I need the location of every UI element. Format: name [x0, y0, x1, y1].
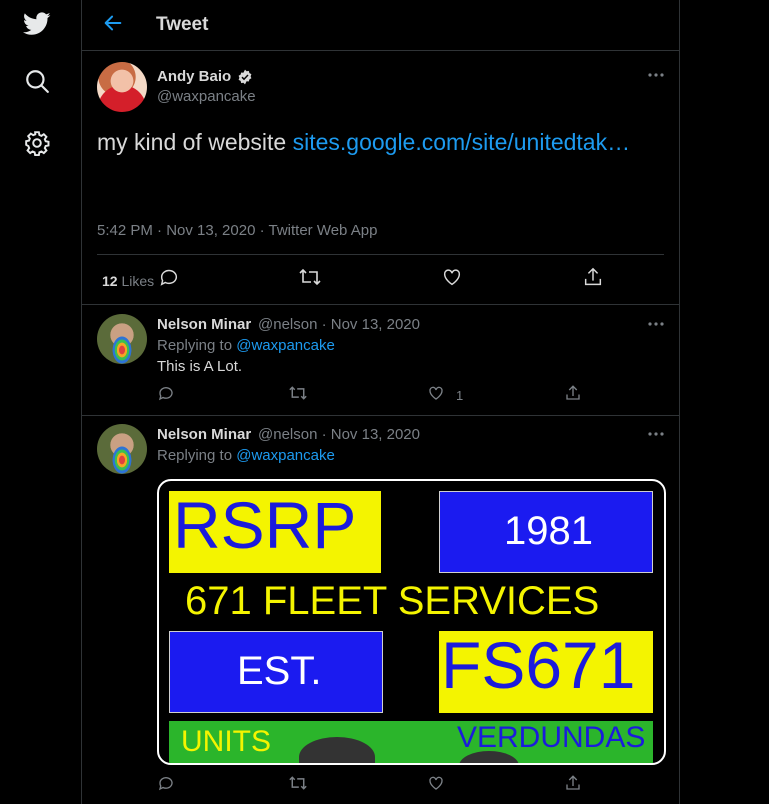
- avatar[interactable]: [97, 314, 147, 364]
- tweet-text-prefix: my kind of website: [97, 129, 293, 155]
- more-options-icon[interactable]: [646, 65, 666, 85]
- twitter-logo-icon[interactable]: [22, 9, 52, 39]
- retweet-icon[interactable]: [288, 384, 310, 406]
- tweet-column: Tweet Andy Baio @waxpancake my kind of w…: [81, 0, 680, 804]
- left-nav: [0, 0, 81, 804]
- verified-badge-icon: [237, 69, 253, 85]
- avatar[interactable]: [97, 62, 147, 112]
- replying-handle-link[interactable]: @waxpancake: [236, 337, 335, 354]
- author-name[interactable]: Andy Baio: [157, 68, 231, 85]
- replying-handle-link[interactable]: @waxpancake: [236, 447, 335, 464]
- verdundas-text: VERDUNDAS: [457, 721, 646, 754]
- reply-tweet[interactable]: Nelson Minar @nelson · Nov 13, 2020 Repl…: [82, 305, 679, 416]
- replying-prefix: Replying to: [157, 337, 237, 354]
- avatar[interactable]: [97, 424, 147, 474]
- header: Tweet: [82, 0, 679, 51]
- author-handle[interactable]: @waxpancake: [157, 88, 256, 105]
- reply-icon[interactable]: [158, 266, 180, 288]
- like-heart-icon[interactable]: [427, 384, 449, 406]
- retweet-icon[interactable]: [298, 266, 321, 288]
- more-options-icon[interactable]: [646, 314, 666, 334]
- attached-image[interactable]: RSRP 1981 671 FLEET SERVICES EST. FS671 …: [157, 479, 666, 765]
- replying-to: Replying to @waxpancake: [157, 447, 335, 464]
- share-icon[interactable]: [564, 774, 586, 796]
- reply-text: This is A Lot.: [157, 358, 243, 375]
- fleet-services-text: 671 FLEET SERVICES: [185, 579, 600, 623]
- reply-author-name[interactable]: Nelson Minar: [157, 316, 251, 333]
- replying-to: Replying to @waxpancake: [157, 337, 335, 354]
- tweet-meta[interactable]: 5:42 PM · Nov 13, 2020 · Twitter Web App: [97, 222, 377, 239]
- reply-author-name[interactable]: Nelson Minar: [157, 426, 251, 443]
- reply-tweet[interactable]: Nelson Minar @nelson · Nov 13, 2020 Repl…: [82, 415, 679, 804]
- settings-gear-icon[interactable]: [22, 128, 52, 158]
- search-icon[interactable]: [22, 66, 52, 96]
- like-heart-icon[interactable]: [427, 774, 449, 796]
- reply-icon[interactable]: [157, 774, 179, 796]
- share-icon[interactable]: [564, 384, 586, 406]
- rsrp-text: RSRP: [173, 488, 357, 562]
- share-icon[interactable]: [582, 266, 604, 288]
- main-actions: [82, 266, 681, 290]
- like-heart-icon[interactable]: [441, 266, 463, 288]
- tweet-text: my kind of website sites.google.com/site…: [97, 129, 630, 156]
- retweet-icon[interactable]: [288, 774, 310, 796]
- est-text: EST.: [237, 649, 322, 693]
- units-text: UNITS: [181, 725, 271, 758]
- divider: [97, 254, 664, 255]
- fs671-text: FS671: [441, 628, 636, 702]
- reply-author-handle-date[interactable]: @nelson · Nov 13, 2020: [258, 316, 420, 333]
- tweet-link[interactable]: sites.google.com/site/unitedtak…: [293, 129, 631, 155]
- back-arrow-icon[interactable]: [102, 12, 126, 36]
- page-title: Tweet: [156, 14, 209, 35]
- more-options-icon[interactable]: [646, 424, 666, 444]
- reply-author-handle-date[interactable]: @nelson · Nov 13, 2020: [258, 426, 420, 443]
- replying-prefix: Replying to: [157, 447, 237, 464]
- reply-icon[interactable]: [157, 384, 179, 406]
- like-count: 1: [456, 388, 464, 403]
- year-text: 1981: [504, 509, 593, 553]
